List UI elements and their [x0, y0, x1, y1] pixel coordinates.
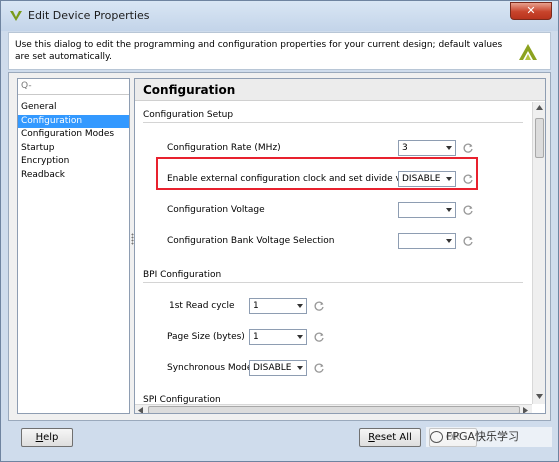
properties-scroll-area: Configuration Setup Configuration Rate (… [135, 102, 531, 404]
watermark: FPGA快乐学习 [426, 427, 552, 447]
category-item-configuration[interactable]: Configuration [18, 114, 129, 129]
chevron-down-icon [297, 366, 303, 370]
first-read-cycle-value: 1 [253, 301, 259, 311]
section-title-configuration-setup: Configuration Setup [143, 110, 234, 120]
reset-icon[interactable] [462, 142, 474, 154]
close-icon: ✕ [526, 4, 536, 17]
reset-icon[interactable] [313, 300, 325, 312]
properties-pane: Configuration Configuration Setup Config… [134, 78, 546, 414]
scroll-left-icon[interactable] [138, 407, 143, 414]
first-read-cycle-label: 1st Read cycle [169, 301, 235, 311]
category-item-configuration-modes[interactable]: Configuration Modes [18, 128, 129, 142]
first-read-cycle-select[interactable]: 1 [249, 298, 307, 314]
reset-icon[interactable] [313, 362, 325, 374]
synchronous-mode-select[interactable]: DISABLE [249, 360, 307, 376]
category-pane: Q- General Configuration Configuration M… [17, 78, 130, 414]
config-voltage-label: Configuration Voltage [167, 205, 265, 215]
reset-all-label: eset All [374, 432, 412, 443]
synchronous-mode-label: Synchronous Mode [167, 363, 253, 373]
scroll-down-icon[interactable] [536, 394, 543, 399]
panel-title: Configuration [143, 83, 236, 97]
search-box[interactable]: Q- [18, 79, 129, 95]
reset-all-button[interactable]: Reset All [359, 428, 421, 447]
reset-icon[interactable] [462, 173, 474, 185]
vertical-scroll-thumb[interactable] [535, 118, 544, 158]
reset-icon[interactable] [462, 235, 474, 247]
edit-device-properties-dialog: Edit Device Properties ✕ Use this dialog… [0, 0, 559, 462]
close-button[interactable]: ✕ [510, 2, 552, 20]
horizontal-scroll-thumb[interactable] [148, 406, 520, 413]
reset-icon[interactable] [462, 204, 474, 216]
category-item-startup[interactable]: Startup [18, 142, 129, 156]
bank-voltage-select[interactable] [398, 233, 456, 249]
bank-voltage-label: Configuration Bank Voltage Selection [167, 236, 335, 246]
help-button[interactable]: Help [21, 428, 73, 447]
help-label: elp [43, 432, 59, 443]
search-icon: Q- [21, 81, 32, 91]
chevron-down-icon [446, 146, 452, 150]
watermark-text: FPGA快乐学习 [446, 430, 520, 443]
config-rate-select[interactable]: 3 [398, 140, 456, 156]
synchronous-mode-value: DISABLE [253, 363, 292, 373]
section-title-spi-configuration: SPI Configuration [143, 395, 221, 404]
section-divider [143, 122, 523, 123]
panel-header: Configuration [135, 79, 545, 101]
horizontal-scrollbar[interactable] [135, 404, 532, 414]
help-mnemonic: H [35, 432, 44, 443]
main-content: Q- General Configuration Configuration M… [8, 72, 551, 421]
page-size-value: 1 [253, 332, 259, 342]
description-area: Use this dialog to edit the programming … [8, 32, 551, 70]
scroll-up-icon[interactable] [536, 105, 543, 110]
xilinx-logo-icon [519, 44, 537, 60]
chevron-down-icon [446, 177, 452, 181]
title-bar[interactable]: Edit Device Properties ✕ [1, 1, 558, 31]
vertical-scrollbar[interactable] [532, 102, 545, 404]
scroll-right-icon[interactable] [523, 407, 528, 414]
page-size-label: Page Size (bytes) [167, 332, 245, 342]
external-clock-select[interactable]: DISABLE [398, 171, 456, 187]
config-rate-label: Configuration Rate (MHz) [167, 143, 281, 153]
window-title: Edit Device Properties [28, 9, 150, 22]
config-voltage-select[interactable] [398, 202, 456, 218]
vivado-app-icon [10, 11, 22, 21]
config-rate-value: 3 [402, 143, 408, 153]
wechat-icon [430, 431, 443, 443]
category-item-readback[interactable]: Readback [18, 169, 129, 183]
section-title-bpi-configuration: BPI Configuration [143, 270, 222, 280]
chevron-down-icon [446, 208, 452, 212]
external-clock-value: DISABLE [402, 174, 441, 184]
description-text: Use this dialog to edit the programming … [15, 40, 503, 62]
category-item-general[interactable]: General [18, 101, 129, 115]
section-divider [143, 282, 523, 283]
chevron-down-icon [297, 335, 303, 339]
chevron-down-icon [446, 239, 452, 243]
external-clock-label: Enable external configuration clock and … [167, 174, 421, 184]
reset-icon[interactable] [313, 331, 325, 343]
category-item-encryption[interactable]: Encryption [18, 155, 129, 169]
page-size-select[interactable]: 1 [249, 329, 307, 345]
chevron-down-icon [297, 304, 303, 308]
category-list: General Configuration Configuration Mode… [18, 101, 129, 183]
